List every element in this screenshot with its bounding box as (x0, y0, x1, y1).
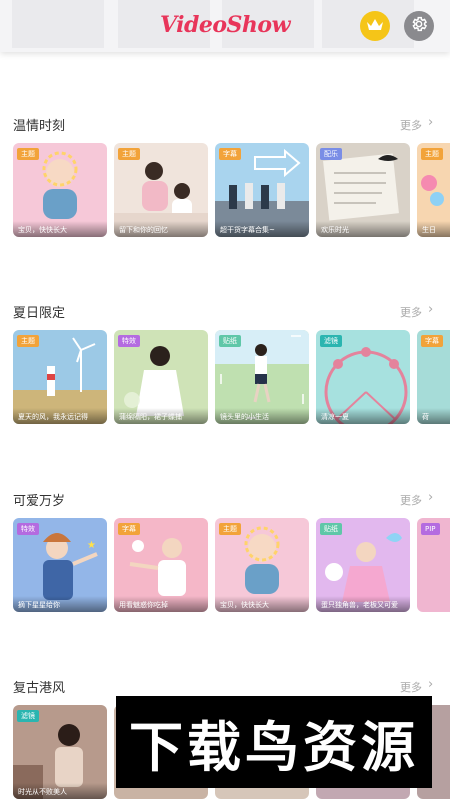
card-caption: 摘下星星给你 (13, 596, 107, 612)
card-tag: 主题 (118, 148, 140, 160)
more-link[interactable]: 更多 (400, 304, 422, 320)
template-card[interactable]: 主题 生日 (417, 143, 450, 237)
card-caption: 夏天的风，我永远记得 (13, 408, 107, 424)
card-tag: 特效 (17, 523, 39, 535)
card-caption: 时光从不败美人 (13, 783, 107, 799)
chevron-right-icon[interactable]: › (428, 115, 433, 130)
template-card[interactable]: 贴纸 蛋只独角兽，老板又可爱 (316, 518, 410, 612)
card-tag: 主题 (421, 148, 443, 160)
crown-icon (366, 17, 384, 36)
watermark-text: 下载鸟资源 (129, 715, 419, 779)
card-caption: 宝贝，快快长大 (13, 221, 107, 237)
section-title: 温情时刻 (13, 119, 66, 134)
template-card[interactable]: 特效 蒲绵隔阳，裙子蝶捕 (114, 330, 208, 424)
chevron-right-icon[interactable]: › (428, 677, 433, 692)
template-card[interactable]: 主题 留下和你的回忆 (114, 143, 208, 237)
card-caption: 宝贝，快快长大 (215, 596, 309, 612)
card-caption: 留下和你的回忆 (114, 221, 208, 237)
template-card[interactable]: 主题 宝贝，快快长大 (13, 143, 107, 237)
card-caption: 欢乐时光 (316, 221, 410, 237)
card-tag: 字幕 (219, 148, 241, 160)
vip-button[interactable] (360, 11, 390, 41)
card-tag: 字幕 (118, 523, 140, 535)
card-tag: PIP (421, 523, 440, 535)
card-tag: 滤镜 (320, 335, 342, 347)
gear-icon (410, 15, 428, 37)
watermark-banner: 下载鸟资源 (116, 696, 432, 788)
card-caption: 镜头里的小生活 (215, 408, 309, 424)
settings-button[interactable] (404, 11, 434, 41)
card-tag: 特效 (118, 335, 140, 347)
card-caption: 用看魅惑你吃掉 (114, 596, 208, 612)
template-card[interactable]: 主题 夏天的风，我永远记得 (13, 330, 107, 424)
chevron-right-icon[interactable]: › (428, 490, 433, 505)
card-tag: 滤镜 (17, 710, 39, 722)
template-card[interactable]: 滤镜 时光从不败美人 (13, 705, 107, 799)
card-caption: 蒲绵隔阳，裙子蝶捕 (114, 408, 208, 424)
chevron-right-icon[interactable]: › (428, 302, 433, 317)
svg-text:★: ★ (87, 540, 96, 551)
template-card[interactable]: 字幕 荷 (417, 330, 450, 424)
card-caption: 清凉一夏 (316, 408, 410, 424)
card-tag: 贴纸 (219, 335, 241, 347)
card-tag: 主题 (17, 335, 39, 347)
more-link[interactable]: 更多 (400, 679, 422, 695)
template-card[interactable]: 字幕 超干货字幕合集~ (215, 143, 309, 237)
card-tag: 字幕 (421, 335, 443, 347)
card-caption: 超干货字幕合集~ (215, 221, 309, 237)
card-caption: 生日 (417, 221, 450, 237)
template-card[interactable]: 贴纸 镜头里的小生活 (215, 330, 309, 424)
section-title: 复古港风 (13, 681, 66, 696)
template-card[interactable]: 滤镜 清凉一夏 (316, 330, 410, 424)
template-card[interactable]: ★ 特效 摘下星星给你 (13, 518, 107, 612)
card-tag: 配乐 (320, 148, 342, 160)
card-caption: 荷 (417, 408, 450, 424)
more-link[interactable]: 更多 (400, 117, 422, 133)
template-card[interactable]: 字幕 用看魅惑你吃掉 (114, 518, 208, 612)
card-tag: 主题 (17, 148, 39, 160)
card-tag: 贴纸 (320, 523, 342, 535)
section-title: 夏日限定 (13, 306, 66, 321)
card-row: 主题 宝贝，快快长大 主题 留下和你的回忆 字幕 超干货字幕合集~ 配乐 欢乐时… (13, 143, 450, 237)
card-tag: 主题 (219, 523, 241, 535)
template-card[interactable]: 配乐 欢乐时光 (316, 143, 410, 237)
card-row: ★ 特效 摘下星星给你 字幕 用看魅惑你吃掉 主题 宝贝，快快长大 贴纸 蛋只独… (13, 518, 450, 612)
more-link[interactable]: 更多 (400, 492, 422, 508)
template-card[interactable]: PIP (417, 518, 450, 612)
card-row: 主题 夏天的风，我永远记得 特效 蒲绵隔阳，裙子蝶捕 贴纸 镜头里的小生活 滤镜… (13, 330, 450, 424)
card-caption: 蛋只独角兽，老板又可爱 (316, 596, 410, 612)
app-header: VideoShow (0, 0, 450, 52)
template-card[interactable]: 主题 宝贝，快快长大 (215, 518, 309, 612)
section-title: 可爱万岁 (13, 494, 66, 509)
